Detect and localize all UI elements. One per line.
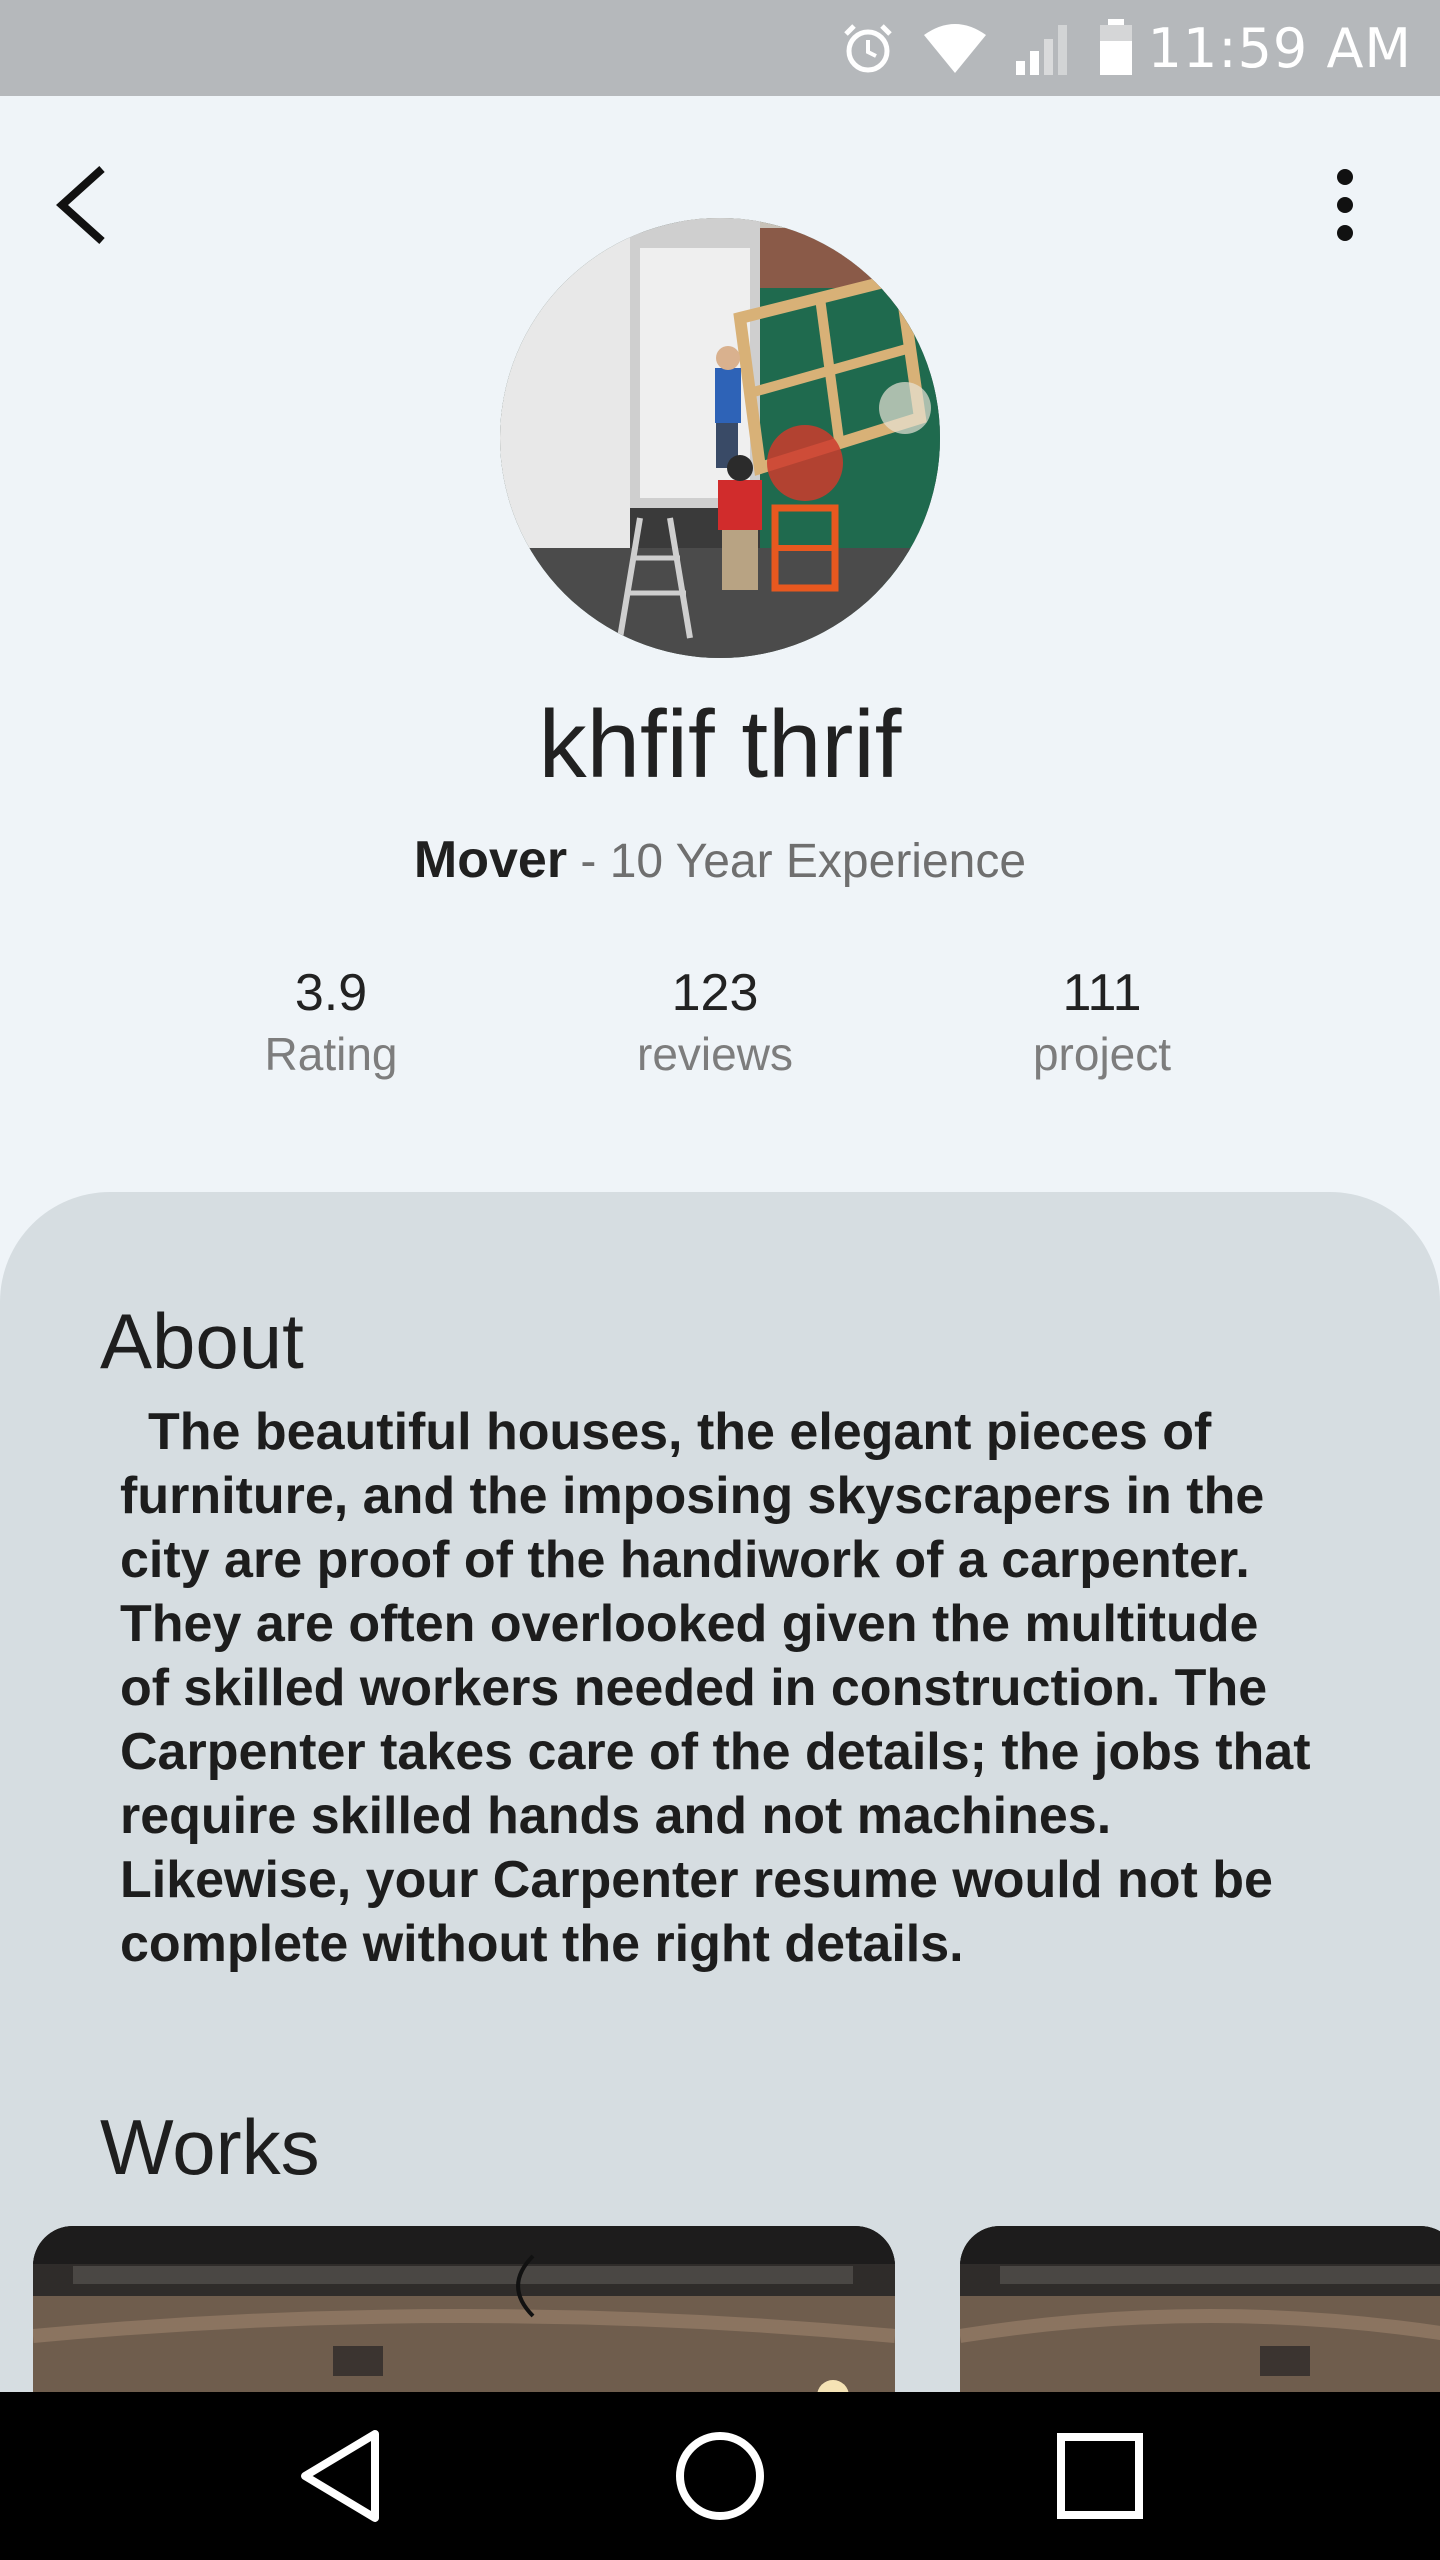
profile-screen: 11:59 AM khfif thrif Mover - 10 Year Exp… <box>0 0 1440 2560</box>
battery-icon <box>1098 19 1134 77</box>
back-button[interactable] <box>52 160 132 250</box>
wifi-icon <box>922 21 988 75</box>
about-text: The beautiful houses, the elegant pieces… <box>120 1400 1320 1976</box>
about-title: About <box>100 1297 304 1385</box>
signal-icon <box>1014 21 1072 75</box>
stat-value: 3.9 <box>294 964 368 1022</box>
square-recents-icon <box>1057 2433 1143 2519</box>
profile-name: khfif thrif <box>538 691 902 798</box>
stat-value: 123 <box>671 964 759 1022</box>
stat-reviews: 123 reviews <box>565 960 865 1082</box>
more-vertical-icon <box>1337 169 1353 241</box>
nav-recents-button[interactable] <box>1050 2426 1150 2526</box>
stat-projects: 111 project <box>952 960 1252 1082</box>
more-options-button[interactable] <box>1300 160 1390 250</box>
system-nav-bar <box>0 2392 1440 2560</box>
stat-label: project <box>1032 1028 1172 1080</box>
stat-label: Rating <box>264 1028 398 1080</box>
profile-subtitle: Mover - 10 Year Experience <box>0 830 1440 890</box>
triangle-back-icon <box>301 2430 379 2522</box>
about-body: The beautiful houses, the elegant pieces… <box>120 1403 1311 1973</box>
chevron-left-icon <box>56 166 105 244</box>
alarm-icon <box>840 20 896 76</box>
stat-label: reviews <box>637 1028 793 1080</box>
status-bar: 11:59 AM <box>0 0 1440 96</box>
status-time: 11:59 AM <box>1147 16 1412 80</box>
stat-rating: 3.9 Rating <box>181 960 481 1082</box>
profile-stats: 3.9 Rating 123 reviews 111 project <box>0 960 1440 1090</box>
profile-experience: - 10 Year Experience <box>567 835 1027 888</box>
avatar <box>500 218 940 658</box>
nav-back-button[interactable] <box>290 2426 390 2526</box>
nav-home-button[interactable] <box>670 2426 770 2526</box>
profile-role: Mover <box>413 831 568 889</box>
stat-value: 111 <box>1062 964 1142 1022</box>
circle-home-icon <box>676 2432 764 2520</box>
works-title: Works <box>100 2103 320 2191</box>
